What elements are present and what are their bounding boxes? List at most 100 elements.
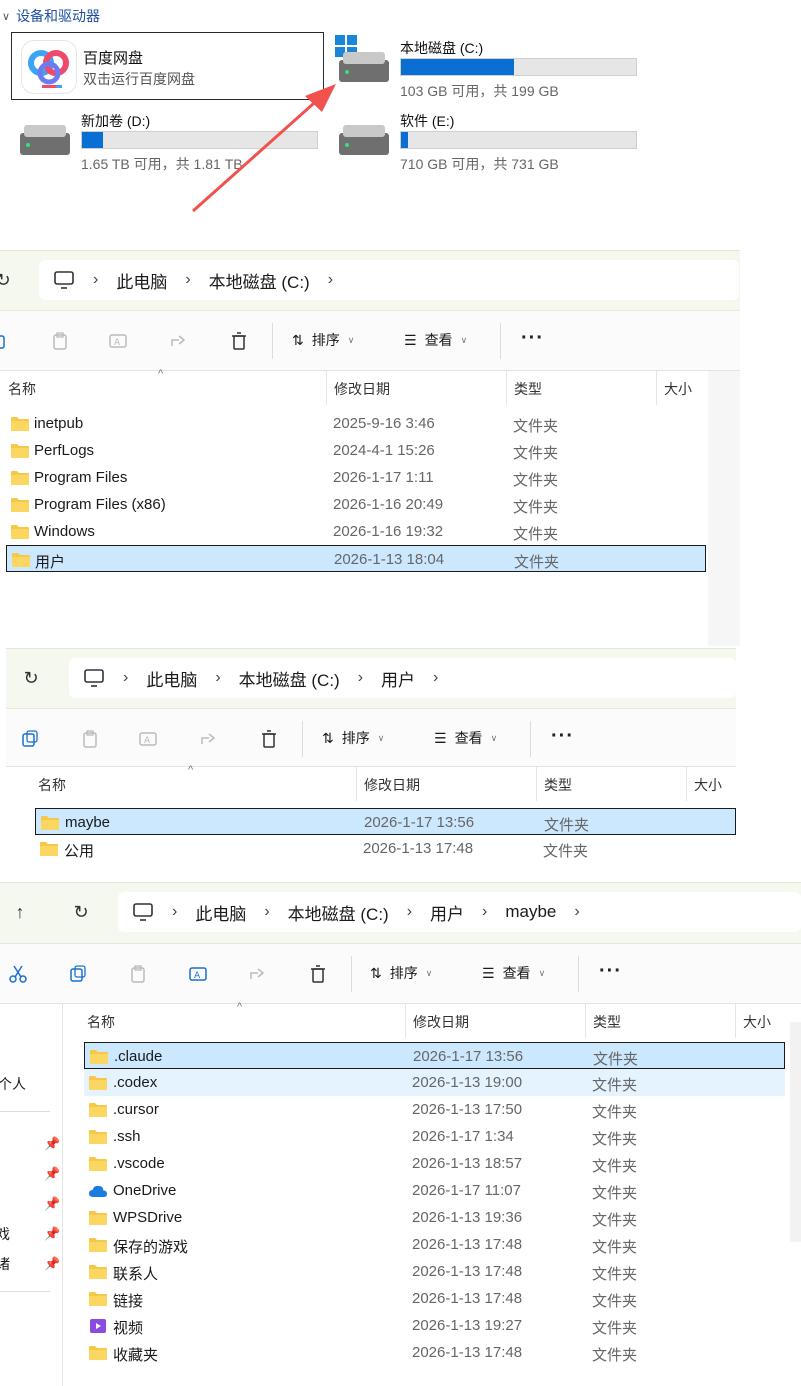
view-button[interactable]: ☰ 查看 ∨ xyxy=(404,325,467,355)
row-name: .vscode xyxy=(113,1155,165,1172)
table-row[interactable]: OneDrive 2026-1-17 11:07 文件夹 xyxy=(84,1177,785,1204)
breadcrumb-item[interactable]: 本地磁盘 (C:) xyxy=(288,900,389,925)
breadcrumb-item[interactable]: 此电脑 xyxy=(146,666,197,691)
more-options-button[interactable]: ··· xyxy=(521,327,544,350)
rename-button[interactable]: A xyxy=(106,329,130,353)
breadcrumb[interactable]: › 此电脑 › 本地磁盘 (C:) › xyxy=(39,260,739,300)
refresh-button[interactable]: ↻ xyxy=(66,897,96,927)
table-row[interactable]: 用户 2026-1-13 18:04 文件夹 xyxy=(6,545,706,572)
share-button[interactable] xyxy=(167,329,191,353)
sort-button[interactable]: ⇅ 排序 ∨ xyxy=(322,723,384,753)
column-date[interactable]: 修改日期 xyxy=(413,1012,469,1032)
share-button[interactable] xyxy=(246,962,270,986)
column-date[interactable]: 修改日期 xyxy=(364,775,420,795)
column-size[interactable]: 大小 xyxy=(664,379,692,399)
refresh-button[interactable]: ↻ xyxy=(0,265,18,295)
breadcrumb-chevron-icon[interactable]: › xyxy=(328,271,333,289)
sort-ascending-icon: ^ xyxy=(158,368,164,380)
sort-button[interactable]: ⇅ 排序 ∨ xyxy=(370,958,432,988)
column-divider[interactable] xyxy=(326,371,327,405)
column-divider[interactable] xyxy=(735,1004,736,1038)
breadcrumb-item[interactable]: 本地磁盘 (C:) xyxy=(209,268,310,293)
pin-icon[interactable]: 📌 xyxy=(44,1226,60,1242)
copy-button[interactable] xyxy=(66,962,90,986)
row-date: 2026-1-13 18:57 xyxy=(412,1155,523,1172)
scrollbar-track[interactable] xyxy=(790,1022,801,1242)
column-divider[interactable] xyxy=(356,767,357,801)
table-row[interactable]: Program Files 2026-1-17 1:11 文件夹 xyxy=(6,464,706,491)
breadcrumb-item[interactable]: maybe xyxy=(505,902,556,922)
row-icon xyxy=(10,496,30,518)
paste-button[interactable] xyxy=(48,329,72,353)
table-row[interactable]: 公用 2026-1-13 17:48 文件夹 xyxy=(35,835,736,862)
table-row[interactable]: .cursor 2026-1-13 17:50 文件夹 xyxy=(84,1096,785,1123)
table-row[interactable]: .vscode 2026-1-13 18:57 文件夹 xyxy=(84,1150,785,1177)
pin-icon[interactable]: 📌 xyxy=(44,1256,60,1272)
table-row[interactable]: WPSDrive 2026-1-13 19:36 文件夹 xyxy=(84,1204,785,1231)
copy-button[interactable] xyxy=(18,727,42,751)
breadcrumb-item[interactable]: 用户 xyxy=(381,666,415,691)
paste-button[interactable] xyxy=(78,727,102,751)
folder-icon xyxy=(11,471,29,485)
share-button[interactable] xyxy=(197,727,221,751)
column-name[interactable]: 名称 xyxy=(87,1012,115,1032)
table-row[interactable]: PerfLogs 2024-4-1 15:26 文件夹 xyxy=(6,437,706,464)
column-size[interactable]: 大小 xyxy=(743,1012,771,1032)
table-row[interactable]: 收藏夹 2026-1-13 17:48 文件夹 xyxy=(84,1339,785,1366)
refresh-button[interactable]: ↻ xyxy=(16,663,46,693)
breadcrumb-item[interactable]: 此电脑 xyxy=(195,900,246,925)
rename-button[interactable]: A xyxy=(136,727,160,751)
column-divider[interactable] xyxy=(656,371,657,405)
table-row[interactable]: .claude 2026-1-17 13:56 文件夹 xyxy=(84,1042,785,1069)
column-name[interactable]: 名称 xyxy=(38,775,66,795)
delete-button[interactable] xyxy=(257,727,281,751)
nav-item-games[interactable]: 戏 xyxy=(0,1224,10,1244)
breadcrumb-item[interactable]: 用户 xyxy=(430,900,464,925)
delete-button[interactable] xyxy=(227,329,251,353)
column-name[interactable]: 名称 xyxy=(8,379,36,399)
rename-button[interactable]: A xyxy=(186,962,210,986)
table-row[interactable]: Windows 2026-1-16 19:32 文件夹 xyxy=(6,518,706,545)
column-divider[interactable] xyxy=(506,371,507,405)
column-divider[interactable] xyxy=(585,1004,586,1038)
table-row[interactable]: 保存的游戏 2026-1-13 17:48 文件夹 xyxy=(84,1231,785,1258)
breadcrumb-item[interactable]: 此电脑 xyxy=(116,268,167,293)
column-type[interactable]: 类型 xyxy=(544,775,572,795)
view-button[interactable]: ☰ 查看 ∨ xyxy=(434,723,497,753)
more-options-button[interactable]: ··· xyxy=(599,960,622,983)
table-row[interactable]: .ssh 2026-1-17 1:34 文件夹 xyxy=(84,1123,785,1150)
breadcrumb[interactable]: › 此电脑 › 本地磁盘 (C:) › 用户 › maybe › xyxy=(118,892,801,932)
delete-button[interactable] xyxy=(306,962,330,986)
breadcrumb-chevron-icon[interactable]: › xyxy=(574,903,579,921)
nav-item-personal[interactable]: 个人 xyxy=(0,1074,26,1094)
view-button[interactable]: ☰ 查看 ∨ xyxy=(482,958,545,988)
cut-button[interactable] xyxy=(6,962,30,986)
column-type[interactable]: 类型 xyxy=(593,1012,621,1032)
nav-item-storage[interactable]: 诸 xyxy=(0,1254,10,1274)
table-row[interactable]: Program Files (x86) 2026-1-16 20:49 文件夹 xyxy=(6,491,706,518)
pin-icon[interactable]: 📌 xyxy=(44,1196,60,1212)
table-row[interactable]: 联系人 2026-1-13 17:48 文件夹 xyxy=(84,1258,785,1285)
table-row[interactable]: 链接 2026-1-13 17:48 文件夹 xyxy=(84,1285,785,1312)
breadcrumb[interactable]: › 此电脑 › 本地磁盘 (C:) › 用户 › xyxy=(69,658,736,698)
pin-icon[interactable]: 📌 xyxy=(44,1166,60,1182)
breadcrumb-chevron-icon[interactable]: › xyxy=(433,669,438,687)
column-size[interactable]: 大小 xyxy=(694,775,722,795)
copy-button[interactable] xyxy=(0,329,12,353)
table-row[interactable]: .codex 2026-1-13 19:00 文件夹 xyxy=(84,1069,785,1096)
sort-button[interactable]: ⇅ 排序 ∨ xyxy=(292,325,354,355)
up-button[interactable]: ↑ xyxy=(5,897,35,927)
column-divider[interactable] xyxy=(686,767,687,801)
paste-button[interactable] xyxy=(126,962,150,986)
column-divider[interactable] xyxy=(405,1004,406,1038)
table-row[interactable]: 视频 2026-1-13 19:27 文件夹 xyxy=(84,1312,785,1339)
more-options-button[interactable]: ··· xyxy=(551,725,574,748)
breadcrumb-item[interactable]: 本地磁盘 (C:) xyxy=(239,666,340,691)
pin-icon[interactable]: 📌 xyxy=(44,1136,60,1152)
table-row[interactable]: inetpub 2025-9-16 3:46 文件夹 xyxy=(6,410,706,437)
column-type[interactable]: 类型 xyxy=(514,379,542,399)
table-row[interactable]: maybe 2026-1-17 13:56 文件夹 xyxy=(35,808,736,835)
column-divider[interactable] xyxy=(536,767,537,801)
column-date[interactable]: 修改日期 xyxy=(334,379,390,399)
scrollbar-track[interactable] xyxy=(708,371,740,646)
